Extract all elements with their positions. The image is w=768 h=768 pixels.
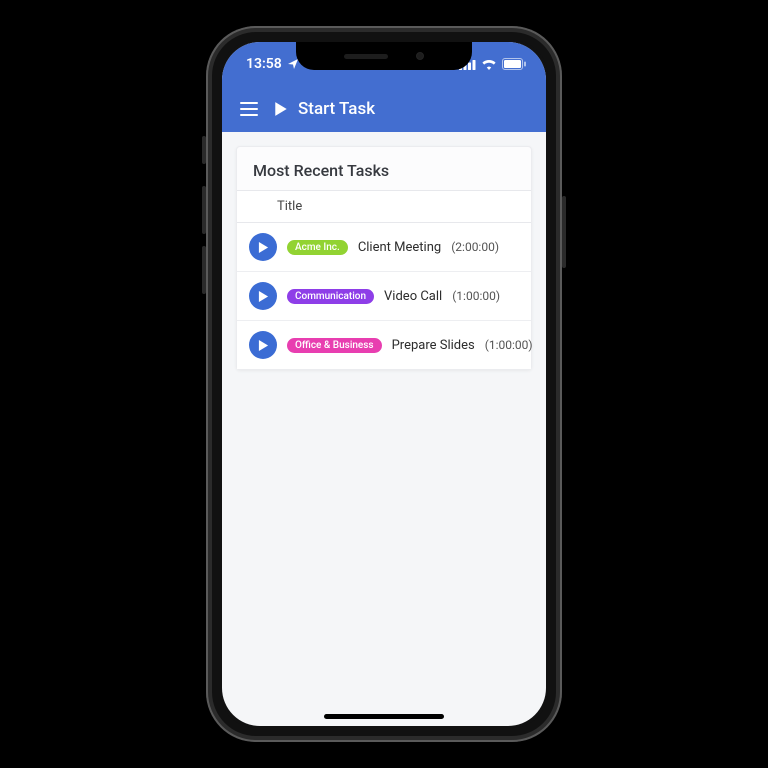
screen: 13:58 Start Task Most Recent Tasks Title xyxy=(222,42,546,726)
play-button[interactable] xyxy=(249,233,277,261)
card-title: Most Recent Tasks xyxy=(237,147,531,190)
task-title: Video Call xyxy=(384,289,442,304)
phone-frame: 13:58 Start Task Most Recent Tasks Title xyxy=(206,26,562,742)
task-row[interactable]: Acme Inc. Client Meeting (2:00:00) xyxy=(237,223,531,272)
task-tag: Office & Business xyxy=(287,338,382,353)
table-column-title: Title xyxy=(237,190,531,223)
task-duration: (1:00:00) xyxy=(485,338,533,352)
volume-down xyxy=(202,246,206,294)
wifi-icon xyxy=(481,58,497,70)
task-duration: (1:00:00) xyxy=(452,289,500,303)
task-title: Prepare Slides xyxy=(392,338,475,353)
menu-icon[interactable] xyxy=(240,102,258,116)
play-button[interactable] xyxy=(249,282,277,310)
task-title: Client Meeting xyxy=(358,240,441,255)
recent-tasks-card: Most Recent Tasks Title Acme Inc. Client… xyxy=(236,146,532,370)
speaker xyxy=(344,54,388,59)
play-icon xyxy=(274,101,288,117)
app-title-label: Start Task xyxy=(298,99,375,119)
task-tag: Acme Inc. xyxy=(287,240,348,255)
power-button xyxy=(562,196,566,268)
notch xyxy=(296,42,472,70)
play-button[interactable] xyxy=(249,331,277,359)
home-indicator[interactable] xyxy=(324,714,444,719)
battery-icon xyxy=(502,58,526,70)
mute-switch xyxy=(202,136,206,164)
front-camera xyxy=(416,52,424,60)
task-row[interactable]: Office & Business Prepare Slides (1:00:0… xyxy=(237,321,531,369)
app-bar: Start Task xyxy=(222,86,546,132)
content-area: Most Recent Tasks Title Acme Inc. Client… xyxy=(222,132,546,726)
status-time: 13:58 xyxy=(246,56,282,72)
volume-up xyxy=(202,186,206,234)
task-tag: Communication xyxy=(287,289,374,304)
app-title[interactable]: Start Task xyxy=(274,99,375,119)
task-row[interactable]: Communication Video Call (1:00:00) xyxy=(237,272,531,321)
task-duration: (2:00:00) xyxy=(451,240,499,254)
